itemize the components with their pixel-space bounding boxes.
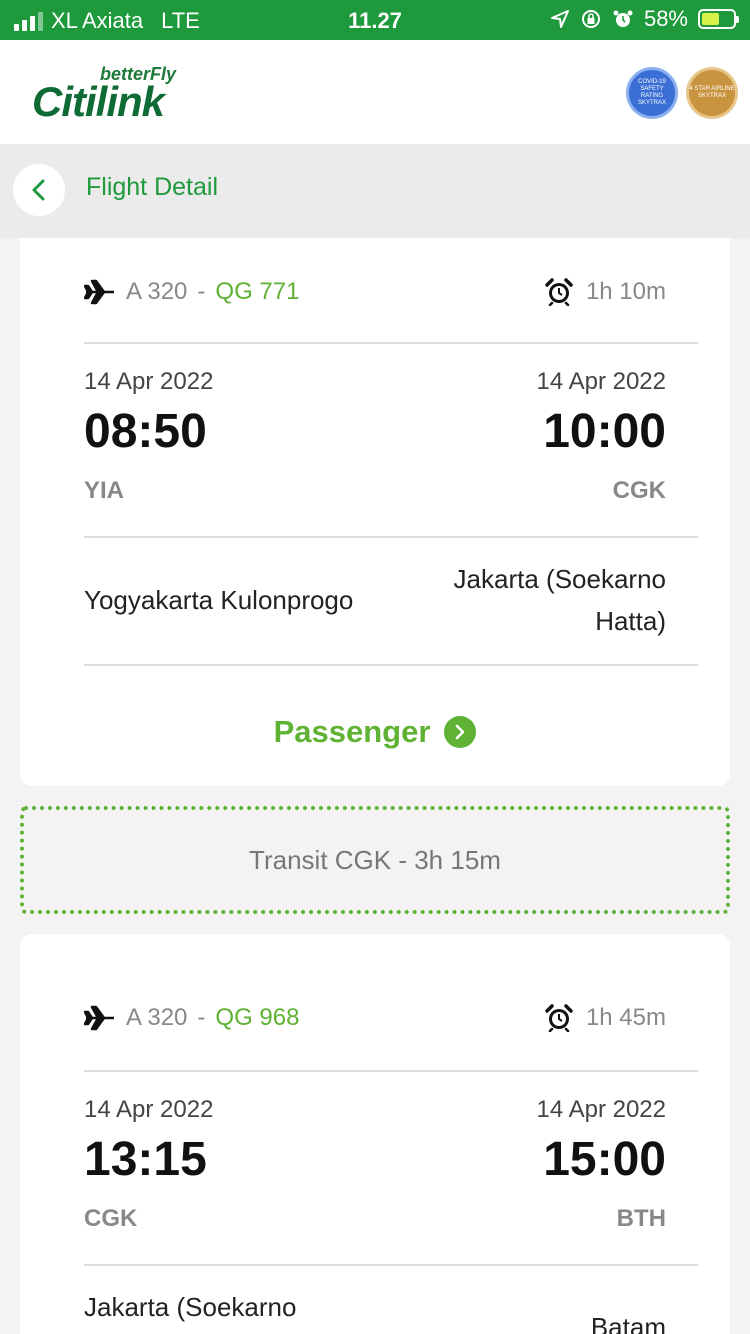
departure-city-line1: Jakarta (Soekarno bbox=[84, 1292, 297, 1322]
arrival-city-line2: Hatta) bbox=[595, 606, 666, 636]
divider bbox=[84, 1264, 698, 1266]
location-arrow-icon bbox=[550, 10, 569, 28]
flight-separator: - bbox=[197, 278, 206, 305]
arrival-city-line1: Jakarta (Soekarno bbox=[453, 564, 666, 594]
aircraft-type: A 320 bbox=[126, 1004, 188, 1031]
arrival-airport-code: CGK bbox=[612, 477, 666, 504]
departure-date: 14 Apr 2022 bbox=[84, 1096, 214, 1123]
departure-city: Yogyakarta Kulonprogo bbox=[84, 585, 354, 615]
departure-airport-code: CGK bbox=[84, 1205, 138, 1232]
arrival-date: 14 Apr 2022 bbox=[536, 368, 666, 395]
app-header: betterFly Citilink COVID-19 SAFETY RATIN… bbox=[0, 40, 750, 144]
title-bar: Flight Detail bbox=[0, 144, 750, 238]
flight-card: A 320 - QG 771 1h 10m 14 Apr 2022 08:50 … bbox=[20, 238, 730, 786]
departure-airport-code: YIA bbox=[84, 477, 125, 504]
battery-percent: 58% bbox=[643, 6, 688, 31]
arrival-time: 15:00 bbox=[543, 1133, 666, 1186]
alarm-clock-icon bbox=[545, 1004, 573, 1032]
alarm-clock-icon bbox=[545, 278, 573, 306]
alarm-icon bbox=[613, 10, 633, 27]
passenger-button[interactable]: Passenger bbox=[20, 714, 730, 750]
flight-duration: 1h 10m bbox=[585, 278, 666, 305]
flight-duration: 1h 45m bbox=[585, 1004, 666, 1031]
divider bbox=[84, 342, 698, 344]
covid-safety-rating-badge: COVID-19 SAFETY RATING SKYTRAX bbox=[626, 67, 678, 119]
divider bbox=[84, 536, 698, 538]
flight-card: A 320 - QG 968 1h 45m 14 Apr 2022 13:15 … bbox=[20, 934, 730, 1334]
arrival-time: 10:00 bbox=[543, 405, 666, 458]
chevron-left-icon bbox=[32, 179, 45, 201]
citilink-logo: Citilink bbox=[32, 78, 165, 125]
chevron-right-icon bbox=[444, 716, 477, 748]
four-star-airline-badge: 4 STAR AIRLINE SKYTRAX bbox=[686, 67, 738, 119]
departure-date: 14 Apr 2022 bbox=[84, 368, 214, 395]
arrival-date: 14 Apr 2022 bbox=[536, 1096, 666, 1123]
departure-time: 08:50 bbox=[84, 405, 207, 458]
departure-time: 13:15 bbox=[84, 1133, 207, 1186]
page-title: Flight Detail bbox=[86, 173, 218, 201]
plane-icon bbox=[84, 279, 114, 305]
rotation-lock-icon bbox=[581, 10, 600, 28]
battery-icon bbox=[698, 9, 739, 29]
aircraft-type: A 320 bbox=[126, 278, 188, 305]
arrival-city: Batam bbox=[590, 1312, 666, 1334]
transit-info: Transit CGK - 3h 15m bbox=[20, 806, 730, 914]
flight-number: QG 771 bbox=[215, 278, 300, 305]
back-button[interactable] bbox=[13, 164, 65, 216]
flight-info-row: A 320 - QG 968 1h 45m bbox=[84, 1004, 698, 1032]
flight-number: QG 968 bbox=[215, 1004, 300, 1031]
arrival-airport-code: BTH bbox=[616, 1205, 666, 1232]
divider bbox=[84, 664, 698, 666]
plane-icon bbox=[84, 1005, 114, 1031]
passenger-label: Passenger bbox=[273, 714, 431, 749]
flight-separator: - bbox=[197, 1004, 206, 1031]
flight-info-row: A 320 - QG 771 1h 10m bbox=[84, 278, 698, 306]
divider bbox=[84, 1070, 698, 1072]
status-bar: XL Axiata LTE 11.27 58% bbox=[0, 0, 750, 40]
